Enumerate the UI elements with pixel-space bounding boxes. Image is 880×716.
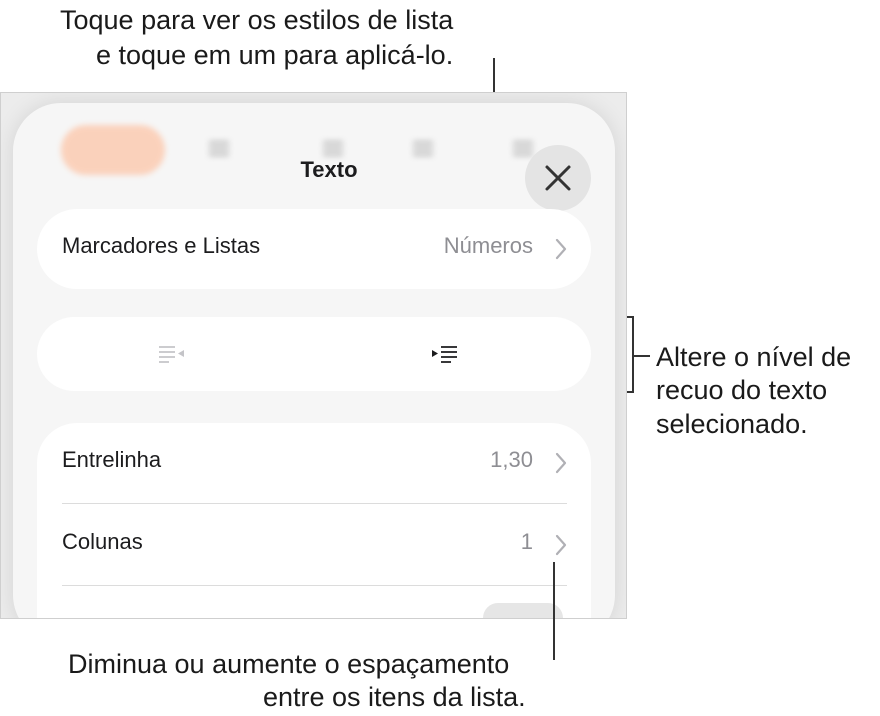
chevron-right-icon — [555, 238, 567, 260]
callout-bottom-line2: entre os itens da lista. — [263, 682, 526, 712]
blurred-selected-tab — [61, 125, 165, 175]
blurred-align-icon — [209, 141, 229, 159]
spacing-group: Entrelinha 1,30 Colunas 1 — [37, 423, 591, 618]
close-button[interactable] — [525, 145, 591, 211]
screenshot-frame: Texto Marcadores e Listas Números Entrel… — [0, 92, 627, 619]
row-divider — [62, 503, 567, 504]
callout-bottom-leader — [553, 562, 555, 660]
outdent-icon — [159, 346, 184, 363]
callout-right-line3: selecionado. — [656, 409, 808, 439]
bullets-row-label: Marcadores e Listas — [62, 233, 261, 258]
bullets-and-lists-row[interactable]: Marcadores e Listas Números — [37, 209, 591, 289]
callout-right-bracket-top — [626, 316, 634, 318]
line-spacing-value: 1,30 — [490, 447, 533, 472]
callout-right-bracket-bottom — [626, 391, 634, 393]
panel-title: Texto — [300, 157, 358, 182]
callout-right-line2: recuo do texto — [656, 375, 828, 405]
text-format-panel: Texto Marcadores e Listas Números Entrel… — [13, 103, 615, 618]
columns-row[interactable]: Colunas 1 — [37, 505, 591, 585]
bullets-group: Marcadores e Listas Números — [37, 209, 591, 289]
callout-right-line1: Altere o nível de — [656, 342, 852, 372]
chevron-right-icon — [555, 452, 567, 474]
row-divider — [62, 585, 567, 586]
columns-label: Colunas — [62, 529, 143, 554]
columns-value: 1 — [520, 529, 533, 554]
indent-group — [37, 317, 591, 391]
callout-top-line1: Toque para ver os estilos de lista — [60, 5, 454, 35]
indent-icon — [432, 346, 457, 363]
partial-toggle[interactable] — [483, 603, 563, 618]
decrease-indent-button[interactable] — [37, 317, 307, 391]
chevron-right-icon — [555, 534, 567, 556]
line-spacing-row[interactable]: Entrelinha 1,30 — [37, 423, 591, 503]
callout-right-leader — [634, 355, 650, 357]
blurred-undo-icon — [513, 141, 533, 159]
callout-top-line2: e toque em um para aplicá-lo. — [96, 40, 454, 70]
blurred-align-icon — [413, 141, 433, 159]
bullets-row-value: Números — [443, 233, 533, 258]
close-icon — [545, 165, 571, 191]
callout-bottom-line1: Diminua ou aumente o espaçamento — [68, 649, 510, 679]
line-spacing-label: Entrelinha — [62, 447, 162, 472]
increase-indent-button[interactable] — [314, 317, 584, 391]
